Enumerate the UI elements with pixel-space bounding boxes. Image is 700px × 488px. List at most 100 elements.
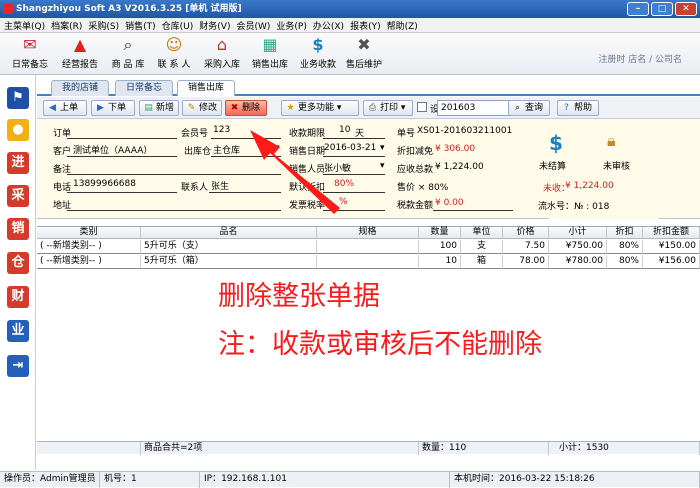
toolbar-aftersales-button[interactable]: ✖ 售后维护 (340, 35, 388, 73)
col-header-name[interactable]: 品名 (141, 227, 317, 239)
close-button[interactable]: ✕ (675, 2, 697, 16)
query-button[interactable]: ⌕ 查询 (508, 100, 550, 116)
toolbar-label: 采购入库 (203, 60, 240, 70)
menu-item-finance[interactable]: 财务(V) (199, 19, 230, 32)
menu-item-reports[interactable]: 报表(Y) (350, 19, 381, 32)
menu-item-member[interactable]: 会员(W) (236, 19, 270, 32)
table-cell[interactable] (317, 240, 419, 254)
menu-item-purchase[interactable]: 采购(S) (88, 19, 119, 32)
table-cell[interactable]: 支 (461, 240, 503, 254)
table-cell[interactable]: ¥156.00 (643, 255, 700, 269)
new-doc-icon: ▤ (144, 103, 153, 113)
table-cell[interactable]: ¥780.00 (549, 255, 607, 269)
table-cell[interactable]: 箱 (461, 255, 503, 269)
table-cell[interactable]: 7.50 (503, 240, 549, 254)
print-button[interactable]: ⎙ 打印 ▾ (363, 100, 413, 116)
registered-label: 注册时 店名 / 公司名 (598, 55, 682, 65)
toolbar-contacts-button[interactable]: ☺ 联 系 人 (150, 35, 198, 73)
cai-icon[interactable]: 采 (7, 185, 29, 207)
col-header-unit[interactable]: 单位 (461, 227, 503, 239)
edit-label: 修改 (199, 103, 218, 113)
delete-label: 删除 (242, 103, 261, 113)
main-toolbar: ✉ 日常备忘 ▲ 经营报告 ⌕ 商 品 库 ☺ 联 系 人 ⌂ 采购入库 ▦ 销售出库 $ 业… (0, 33, 700, 75)
table-cell[interactable]: 5升可乐（支） (141, 240, 317, 254)
toolbar-memo-button[interactable]: ✉ 日常备忘 (6, 35, 54, 73)
toolbar-products-button[interactable]: ⌕ 商 品 库 (104, 35, 152, 73)
more-functions-button[interactable]: ★ 更多功能 ▾ (281, 100, 359, 116)
menu-item-main[interactable]: 主菜单(Q) (4, 19, 45, 32)
printer-icon: ⎙ (368, 103, 377, 113)
col-header-qty[interactable]: 数量 (419, 227, 461, 239)
toolbar-collection-button[interactable]: $ 业务收款 (294, 35, 342, 73)
table-cell[interactable]: 78.00 (503, 255, 549, 269)
menu-item-office[interactable]: 办公(X) (313, 19, 344, 32)
lock-icon: 🔒︎ (607, 131, 616, 150)
chevron-down-icon[interactable]: ▾ (380, 161, 385, 171)
table-cell[interactable]: 10 (419, 255, 461, 269)
maximize-button[interactable]: □ (651, 2, 673, 16)
jin-icon[interactable]: 进 (7, 152, 29, 174)
table-footer: 商品合共=2项 数量：110 小计：1530 (37, 441, 700, 455)
tools-icon: ✖ (357, 35, 371, 54)
cai2-icon[interactable]: 财 (7, 286, 29, 308)
person-icon: ☺ (165, 35, 183, 54)
menu-item-help[interactable]: 帮助(Z) (387, 19, 418, 32)
col-header-price[interactable]: 价格 (503, 227, 549, 239)
menu-item-archive[interactable]: 档案(R) (51, 19, 82, 32)
xiao-icon[interactable]: 销 (7, 218, 29, 240)
flag-icon[interactable]: ⚑ (7, 87, 29, 109)
minimize-button[interactable]: – (627, 2, 649, 16)
col-header-category[interactable]: 类别 (37, 227, 141, 239)
menu-item-sales[interactable]: 销售(T) (125, 19, 156, 32)
status-time: 本机时间：2016-03-22 15:18:26 (450, 472, 700, 488)
col-header-discount[interactable]: 折扣 (607, 227, 643, 239)
table-cell[interactable]: 5升可乐（箱） (141, 255, 317, 269)
ye-icon[interactable]: 业 (7, 320, 29, 342)
toolbar-label: 业务收款 (299, 60, 336, 70)
tab-memo[interactable]: 日常备忘 (115, 80, 174, 96)
next-button[interactable]: ▶ 下单 (91, 100, 135, 116)
customer-field[interactable]: 测试单位（AAAA） (73, 143, 152, 156)
footer-subtotal: 小计：1530 (549, 442, 700, 455)
tab-my-shop[interactable]: 我的店铺 (51, 80, 110, 96)
col-header-discount-amount[interactable]: 折扣金额 (643, 227, 700, 239)
prev-button[interactable]: ◀ 上单 (43, 100, 87, 116)
toolbar-sales-out-button[interactable]: ▦ 销售出库 (246, 35, 294, 73)
table-cell[interactable]: ( --新增类别-- ) (37, 255, 141, 269)
title-bar: Shangzhiyou Soft A3 V2016.3.25 [单机 试用版] … (0, 0, 700, 18)
table-cell[interactable] (317, 255, 419, 269)
order-form: 订单 会员号 123 收款期限 10 天 单号 XS01-20160321100… (37, 119, 700, 219)
table-cell[interactable]: ( --新增类别-- ) (37, 240, 141, 254)
col-header-spec[interactable]: 规格 (317, 227, 419, 239)
new-button[interactable]: ▤ 新增 (139, 100, 179, 116)
cang-icon[interactable]: 仓 (7, 252, 29, 274)
toolbar-report-button[interactable]: ▲ 经营报告 (56, 35, 104, 73)
edit-button[interactable]: ✎ 修改 (182, 100, 222, 116)
delete-button[interactable]: ✖ 删除 (225, 100, 267, 116)
col-header-subtotal[interactable]: 小计 (549, 227, 607, 239)
design-checkbox[interactable] (417, 102, 427, 112)
status-bar: 操作员：Admin管理员 机号：1 IP：192.168.1.101 本机时间：… (0, 471, 700, 488)
envelope-icon: ✉ (23, 35, 37, 54)
table-cell[interactable]: ¥150.00 (643, 240, 700, 254)
toolbar-purchase-in-button[interactable]: ⌂ 采购入库 (198, 35, 246, 73)
contact-field[interactable]: 张生 (211, 179, 229, 192)
help-button[interactable]: ? 帮助 (557, 100, 599, 116)
table-cell[interactable]: 100 (419, 240, 461, 254)
help-label: 帮助 (574, 103, 593, 113)
member-field[interactable]: 123 (213, 125, 230, 135)
cap-icon: ▲ (73, 35, 87, 54)
total-value: ¥ 1,224.00 (435, 162, 484, 172)
menu-item-business[interactable]: 业务(P) (276, 19, 306, 32)
discount-value: ¥ 306.00 (435, 144, 476, 154)
bulb-icon[interactable]: ● (7, 119, 29, 141)
warehouse-field[interactable]: 主仓库 (213, 143, 240, 156)
table-cell[interactable]: ¥750.00 (549, 240, 607, 254)
exit-icon[interactable]: ⇥ (7, 355, 29, 377)
table-cell[interactable]: 80% (607, 255, 643, 269)
tab-sales-out[interactable]: 销售出库 (177, 80, 236, 96)
phone-field[interactable]: 13899966688 (73, 179, 136, 189)
menu-item-warehouse[interactable]: 仓库(U) (162, 19, 194, 32)
table-cell[interactable]: 80% (607, 240, 643, 254)
chevron-down-icon[interactable]: ▾ (380, 143, 385, 153)
